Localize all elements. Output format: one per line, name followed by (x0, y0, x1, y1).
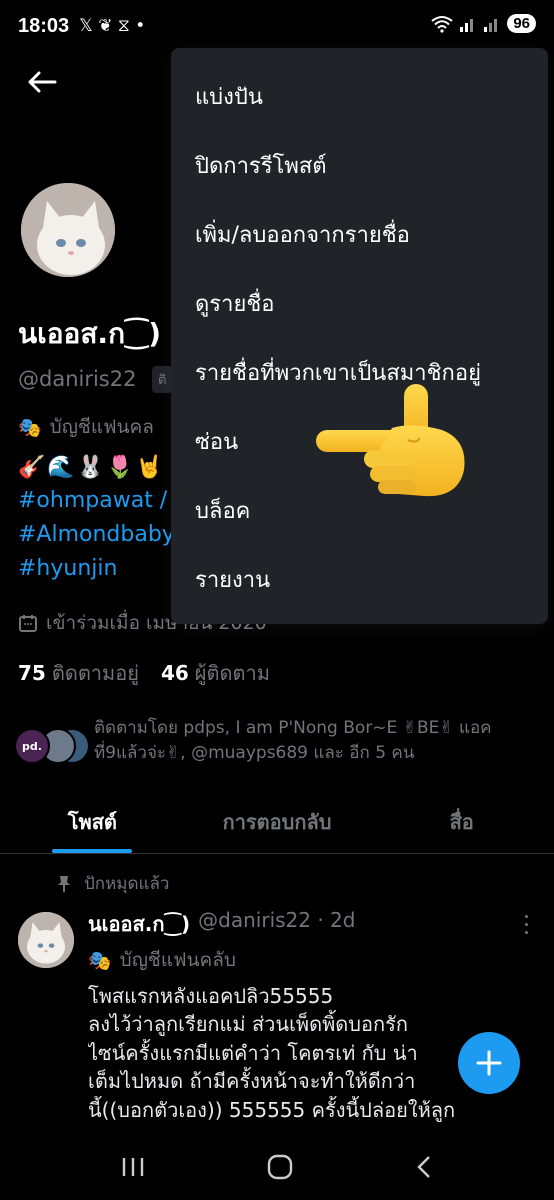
tab-replies[interactable]: การตอบกลับ (185, 790, 370, 853)
menu-item-view-lists[interactable]: ดูรายชื่อ (171, 269, 548, 338)
profile-display-name: นเออส.ก⁐) (18, 317, 162, 350)
compose-button[interactable] (458, 1032, 520, 1094)
followed-by-text: ติดตามโดย pdps, I am P'Nong Bor~E ✌︎BE✌︎… (94, 718, 492, 763)
menu-item-report[interactable]: รายงาน (171, 545, 548, 614)
home-icon[interactable] (266, 1153, 294, 1181)
post-avatar[interactable] (18, 912, 74, 968)
followers-label: ผู้ติดตาม (194, 661, 270, 685)
follower-avatar: pd. (14, 728, 50, 764)
profile-avatar[interactable] (18, 180, 118, 280)
hashtag-link[interactable]: #hyunjin (18, 556, 117, 581)
status-right: 96 (431, 14, 536, 33)
fan-account-label: 🎭 บัญชีแฟนคล (18, 412, 154, 442)
cat-avatar-image (18, 912, 74, 968)
followers-count: 46 (160, 661, 189, 685)
post-fan-label: 🎭 บัญชีแฟนคลับ (88, 945, 236, 975)
follower-avatars: pd. (14, 728, 90, 764)
status-bar: 18:03 𝕏 ❦ ⧖ • 96 (0, 0, 554, 52)
status-time: 18:03 (18, 14, 70, 37)
hashtag-link[interactable]: #Almondbaby (18, 522, 175, 547)
system-navigation-bar (0, 1134, 554, 1200)
post-more-button[interactable] (518, 912, 534, 936)
wifi-icon (431, 15, 453, 33)
follows-you-badge: ติ (152, 366, 173, 393)
signal-icon (460, 18, 474, 32)
followed-by-section[interactable]: pd. ติดตามโดย pdps, I am P'Nong Bor~E ✌︎… (14, 716, 544, 765)
pinned-label: ปักหมุดแล้ว (84, 874, 170, 894)
calendar-icon (19, 615, 37, 632)
battery-indicator: 96 (507, 14, 536, 33)
post-author-name[interactable]: นเออส.ก⁐) (88, 908, 190, 940)
pointing-hand-icon (316, 384, 465, 497)
tab-posts[interactable]: โพสต์ (0, 790, 185, 853)
plus-icon (476, 1050, 502, 1076)
following-label: ติดตามอยู่ (51, 661, 139, 685)
follow-stats: 75 ติดตามอยู่ 46 ผู้ติดตาม (18, 657, 270, 689)
mask-icon: 🎭 (88, 949, 112, 972)
arrow-left-icon (28, 71, 57, 93)
profile-handle: @daniris22 (18, 367, 137, 391)
signal-icon-2 (484, 18, 498, 32)
notification-icons: 𝕏 ❦ ⧖ • (79, 16, 146, 36)
pinned-indicator: ปักหมุดแล้ว (56, 870, 169, 897)
following-count: 75 (18, 661, 46, 685)
mask-icon: 🎭 (18, 416, 42, 439)
post-fan-text: บัญชีแฟนคลับ (119, 949, 236, 971)
overflow-menu: แบ่งปัน ปิดการรีโพสต์ เพิ่ม/ลบออกจากรายช… (171, 48, 548, 624)
menu-item-share[interactable]: แบ่งปัน (171, 62, 548, 131)
hashtag-link[interactable]: #ohmpawat / (18, 488, 167, 513)
menu-item-turn-off-reposts[interactable]: ปิดการรีโพสต์ (171, 131, 548, 200)
bio-emojis: 🎸🌊🐰🌷🤘 (18, 455, 165, 480)
followers-stat[interactable]: 46 ผู้ติดตาม (161, 657, 270, 689)
following-stat[interactable]: 75 ติดตามอยู่ (18, 657, 139, 689)
post-header: นเออส.ก⁐) @daniris22 · 2d (88, 908, 355, 940)
fan-account-text: บัญชีแฟนคล (49, 416, 154, 438)
tab-media[interactable]: สื่อ (369, 790, 554, 853)
menu-item-add-remove-lists[interactable]: เพิ่ม/ลบออกจากรายชื่อ (171, 200, 548, 269)
recent-apps-icon[interactable] (120, 1155, 146, 1179)
back-button[interactable] (22, 62, 62, 102)
post-meta: @daniris22 · 2d (198, 908, 356, 932)
pin-icon (58, 875, 70, 892)
back-nav-icon[interactable] (414, 1154, 434, 1180)
cat-avatar-image (21, 183, 115, 277)
profile-tabs: โพสต์ การตอบกลับ สื่อ (0, 790, 554, 854)
